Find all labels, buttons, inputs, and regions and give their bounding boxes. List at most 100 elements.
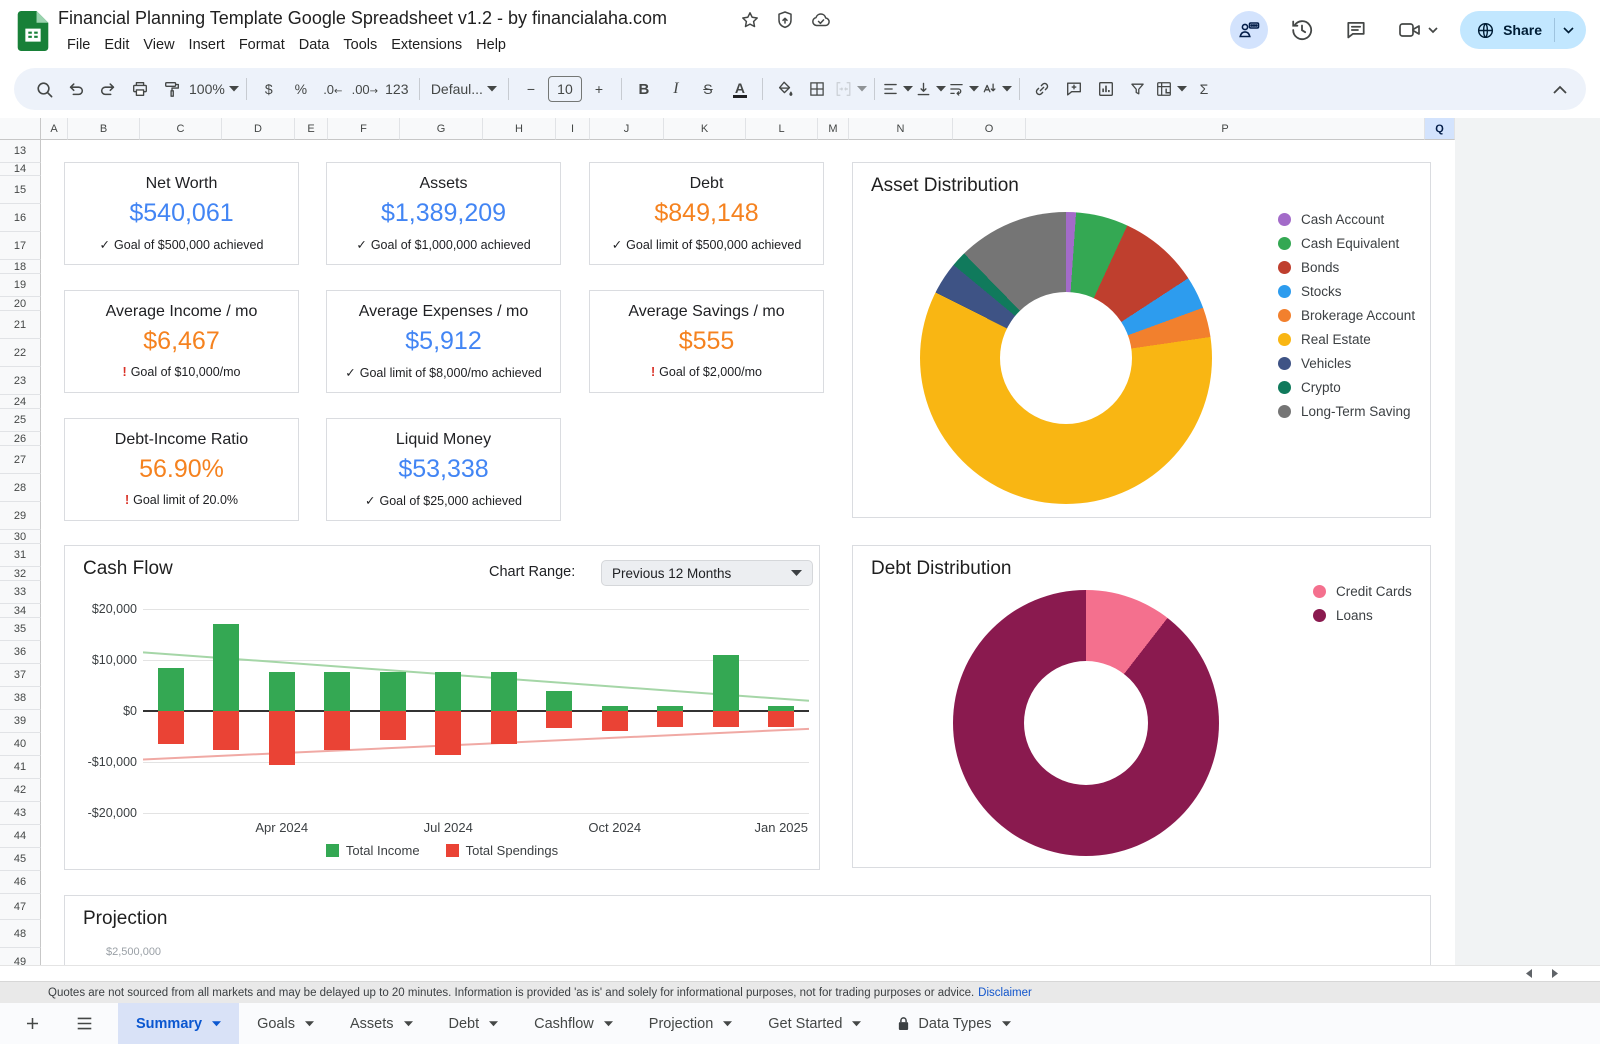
row-header-29[interactable]: 29	[0, 502, 41, 530]
video-call-icon[interactable]	[1390, 10, 1446, 50]
format-percent-button[interactable]: %	[286, 74, 316, 104]
spending-bar[interactable]	[380, 711, 406, 740]
row-header-14[interactable]: 14	[0, 163, 41, 176]
version-history-icon[interactable]	[1282, 10, 1322, 50]
print-icon[interactable]	[125, 74, 155, 104]
row-header-30[interactable]: 30	[0, 530, 41, 544]
text-rotation-icon[interactable]	[981, 74, 1012, 104]
income-bar[interactable]	[491, 672, 517, 711]
font-size-increase-button[interactable]: +	[584, 74, 614, 104]
spending-bar[interactable]	[546, 711, 572, 728]
sheet-tab-summary[interactable]: Summary	[118, 1003, 239, 1044]
sheet-canvas[interactable]: Net Worth$540,061✓Goal of $500,000 achie…	[41, 140, 1455, 965]
row-header-32[interactable]: 32	[0, 567, 41, 581]
vertical-align-icon[interactable]	[915, 74, 946, 104]
row-header-49[interactable]: 49	[0, 948, 41, 965]
asset-distribution-donut-chart[interactable]	[920, 212, 1212, 504]
comments-icon[interactable]	[1336, 10, 1376, 50]
row-header-26[interactable]: 26	[0, 432, 41, 446]
column-header-N[interactable]: N	[849, 118, 953, 140]
income-bar[interactable]	[435, 672, 461, 711]
debt-distribution-donut-chart[interactable]	[953, 590, 1219, 856]
menu-format[interactable]: Format	[232, 34, 292, 56]
decrease-decimal-icon[interactable]: .0←	[318, 74, 348, 104]
row-header-42[interactable]: 42	[0, 779, 41, 802]
sheet-tab-assets[interactable]: Assets	[332, 1003, 431, 1044]
spending-bar[interactable]	[435, 711, 461, 755]
row-header-19[interactable]: 19	[0, 274, 41, 297]
row-header-21[interactable]: 21	[0, 311, 41, 339]
row-header-46[interactable]: 46	[0, 871, 41, 894]
row-header-45[interactable]: 45	[0, 848, 41, 871]
row-header-25[interactable]: 25	[0, 409, 41, 432]
row-header-18[interactable]: 18	[0, 260, 41, 274]
scroll-left-icon[interactable]	[1524, 968, 1533, 979]
undo-icon[interactable]	[61, 74, 91, 104]
spending-bar[interactable]	[324, 711, 350, 750]
share-dropdown-caret[interactable]	[1555, 27, 1586, 34]
number-format-button[interactable]: 123	[382, 74, 412, 104]
cloud-status-icon[interactable]	[810, 10, 832, 30]
column-header-H[interactable]: H	[483, 118, 556, 140]
document-title[interactable]: Financial Planning Template Google Sprea…	[58, 8, 667, 29]
redo-icon[interactable]	[93, 74, 123, 104]
income-bar[interactable]	[269, 672, 295, 711]
column-header-G[interactable]: G	[400, 118, 483, 140]
row-header-37[interactable]: 37	[0, 664, 41, 687]
column-header-J[interactable]: J	[590, 118, 664, 140]
row-header-44[interactable]: 44	[0, 825, 41, 848]
paint-format-icon[interactable]	[157, 74, 187, 104]
spending-bar[interactable]	[713, 711, 739, 727]
horizontal-align-icon[interactable]	[882, 74, 913, 104]
column-header-O[interactable]: O	[953, 118, 1026, 140]
menu-file[interactable]: File	[60, 34, 97, 56]
income-bar[interactable]	[713, 655, 739, 711]
format-currency-button[interactable]: $	[254, 74, 284, 104]
row-header-31[interactable]: 31	[0, 544, 41, 567]
spending-bar[interactable]	[269, 711, 295, 765]
row-header-40[interactable]: 40	[0, 733, 41, 756]
fill-color-icon[interactable]	[770, 74, 800, 104]
row-header-38[interactable]: 38	[0, 687, 41, 710]
text-wrap-icon[interactable]	[948, 74, 979, 104]
column-header-M[interactable]: M	[818, 118, 849, 140]
increase-decimal-icon[interactable]: .00→	[350, 74, 380, 104]
column-header-E[interactable]: E	[295, 118, 328, 140]
column-header-K[interactable]: K	[664, 118, 746, 140]
income-bar[interactable]	[324, 672, 350, 711]
row-header-48[interactable]: 48	[0, 920, 41, 948]
bold-button[interactable]: B	[629, 74, 659, 104]
income-bar[interactable]	[158, 668, 184, 711]
insert-chart-icon[interactable]	[1091, 74, 1121, 104]
column-header-Q[interactable]: Q	[1425, 118, 1455, 140]
column-header-I[interactable]: I	[556, 118, 590, 140]
all-sheets-button[interactable]	[64, 1004, 104, 1044]
row-header-20[interactable]: 20	[0, 297, 41, 311]
menu-tools[interactable]: Tools	[336, 34, 384, 56]
sheet-tab-data-types[interactable]: Data Types	[879, 1003, 1028, 1044]
horizontal-scrollbar[interactable]	[0, 965, 1600, 982]
insert-comment-icon[interactable]	[1059, 74, 1089, 104]
column-header-P[interactable]: P	[1026, 118, 1425, 140]
income-bar[interactable]	[546, 691, 572, 711]
pivot-table-icon[interactable]	[1155, 74, 1187, 104]
spending-bar[interactable]	[158, 711, 184, 744]
column-header-C[interactable]: C	[140, 118, 222, 140]
presence-icon[interactable]	[1230, 11, 1268, 49]
zoom-select[interactable]: 100%	[189, 74, 239, 104]
collapse-toolbar-icon[interactable]	[1545, 74, 1575, 104]
text-color-button[interactable]: A	[725, 74, 755, 104]
spending-bar[interactable]	[491, 711, 517, 744]
income-bar[interactable]	[380, 672, 406, 711]
row-header-35[interactable]: 35	[0, 618, 41, 641]
select-all-corner[interactable]	[0, 118, 41, 140]
merge-cells-icon[interactable]	[834, 74, 867, 104]
menu-help[interactable]: Help	[469, 34, 513, 56]
row-header-39[interactable]: 39	[0, 710, 41, 733]
share-button[interactable]: Share	[1460, 11, 1586, 49]
sheet-tab-projection[interactable]: Projection	[631, 1003, 750, 1044]
filter-icon[interactable]	[1123, 74, 1153, 104]
sheet-tab-goals[interactable]: Goals	[239, 1003, 332, 1044]
row-header-22[interactable]: 22	[0, 339, 41, 367]
column-header-B[interactable]: B	[68, 118, 140, 140]
